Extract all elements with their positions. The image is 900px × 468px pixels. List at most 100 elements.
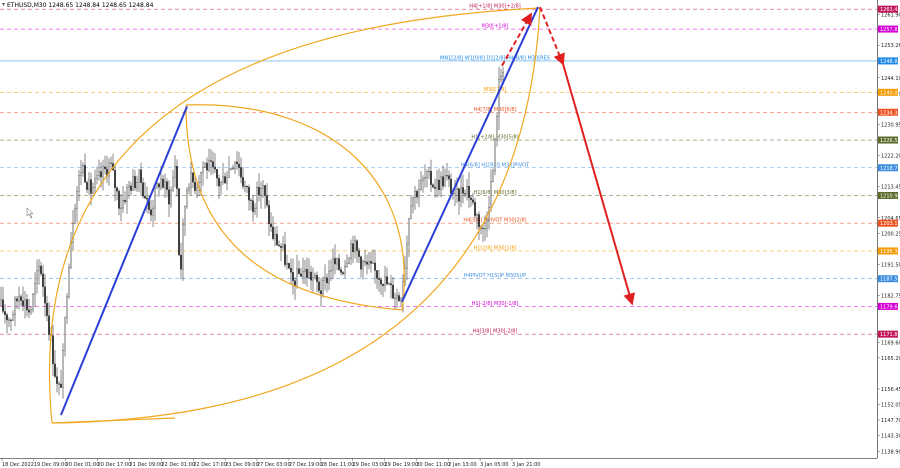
x-tick-label: 27 Dec 19:00 — [289, 462, 323, 468]
candle-body — [310, 271, 312, 281]
y-tick-label: 1230.95 — [881, 122, 900, 128]
candle-body — [78, 175, 80, 192]
candle-body — [186, 189, 188, 207]
candle-body — [388, 283, 390, 285]
candle-body — [74, 208, 76, 224]
candle-body — [210, 160, 212, 162]
candle-body — [86, 182, 88, 190]
candle-body — [158, 183, 160, 188]
candle-body — [342, 272, 344, 274]
x-tick-label: 20 Dec 01:00 — [66, 462, 100, 468]
price-badge-label: 1179.69 — [880, 304, 900, 310]
level-label: H4[7/8] M30[6/8] — [473, 107, 516, 113]
candle-body — [94, 178, 96, 188]
candle-body — [290, 268, 292, 273]
candle-body — [120, 207, 122, 209]
candle-body — [30, 309, 32, 313]
candle-body — [160, 178, 162, 188]
candle-body — [250, 200, 252, 202]
candle-body — [214, 166, 216, 170]
candle-body — [436, 179, 438, 189]
y-tick-label: 1156.45 — [881, 387, 900, 393]
candle-body — [88, 179, 90, 190]
price-chart[interactable]: H4[+1/8] M30[+2/8] M30[+1/8] MN1[2/8] W1[0… — [0, 0, 900, 468]
candle-body — [444, 175, 446, 187]
candle-body — [172, 177, 174, 191]
y-tick-label: 1222.20 — [881, 154, 900, 160]
candle-body — [60, 383, 62, 388]
candle-body — [456, 188, 458, 190]
candle-body — [358, 250, 360, 257]
price-badge-label: 1263.42 — [880, 7, 900, 13]
candle-body — [152, 207, 154, 216]
candle-body — [370, 261, 372, 264]
candle-body — [140, 169, 142, 183]
candle-body — [56, 376, 58, 384]
candle-body — [230, 168, 232, 170]
x-tick-label: 28 Dec 11:00 — [321, 462, 355, 468]
candle-body — [256, 187, 258, 209]
candle-body — [0, 299, 2, 306]
candle-body — [200, 172, 202, 183]
candle-body — [102, 166, 104, 178]
candle-body — [264, 185, 266, 196]
y-tick-label: 1138.90 — [881, 449, 900, 455]
candle-body — [432, 184, 434, 188]
y-tick-label: 1253.26 — [881, 43, 900, 49]
candle-body — [274, 234, 276, 239]
candle-body — [242, 177, 244, 187]
candle-body — [116, 187, 118, 192]
candle-body — [484, 228, 486, 230]
candle-body — [8, 319, 10, 321]
candle-body — [252, 200, 254, 212]
candle-body — [236, 161, 238, 165]
candle-body — [414, 191, 416, 198]
candle-body — [262, 185, 264, 189]
candle-body — [28, 309, 30, 313]
candle-body — [208, 160, 210, 171]
candle-body — [368, 261, 370, 265]
candle-body — [442, 176, 444, 187]
x-tick-label: 23 Dec 09:00 — [225, 462, 259, 468]
candle-body — [468, 186, 470, 199]
candle-body — [170, 190, 172, 205]
x-tick-label: 22 Dec 01:00 — [161, 462, 195, 468]
candle-body — [206, 162, 208, 171]
x-tick-label: 3 Jan 21:00 — [512, 462, 540, 468]
candle-body — [356, 240, 358, 251]
candle-body — [384, 276, 386, 286]
candle-body — [330, 269, 332, 272]
candle-body — [144, 195, 146, 199]
candle-body — [126, 187, 128, 202]
candle-body — [340, 269, 342, 273]
y-tick-label: 1143.30 — [881, 434, 900, 440]
candle-body — [128, 185, 130, 188]
candle-body — [2, 299, 4, 312]
candle-body — [192, 172, 194, 183]
y-tick-label: 1191.50 — [881, 263, 900, 269]
candle-body — [80, 172, 82, 176]
candle-body — [288, 263, 290, 269]
candle-body — [346, 263, 348, 267]
level-label: M30[+1/8] — [482, 24, 509, 30]
level-label: MN1[2/8] W1[0/8] D1[2/8] H4[8/8] M30[RES — [440, 55, 550, 61]
y-tick-label: 1152.05 — [881, 403, 900, 409]
candle-body — [382, 284, 384, 286]
candle-body — [66, 296, 68, 319]
price-badge-label: 1195.31 — [880, 249, 900, 255]
candle-body — [292, 272, 294, 281]
candle-body — [408, 218, 410, 245]
candle-body — [266, 195, 268, 206]
price-badge-label: 1257.81 — [880, 27, 900, 33]
candle-body — [38, 265, 40, 272]
candle-body — [14, 298, 16, 315]
candle-body — [82, 165, 84, 173]
price-badge-label: 1218.75 — [880, 166, 900, 172]
candle-body — [284, 244, 286, 265]
x-tick-label: 18 Dec 2022 — [2, 462, 34, 468]
candle-body — [10, 319, 12, 321]
x-tick-label: 27 Dec 03:00 — [257, 462, 291, 468]
candle-body — [308, 271, 310, 278]
candle-body — [44, 286, 46, 304]
candle-body — [278, 244, 280, 247]
